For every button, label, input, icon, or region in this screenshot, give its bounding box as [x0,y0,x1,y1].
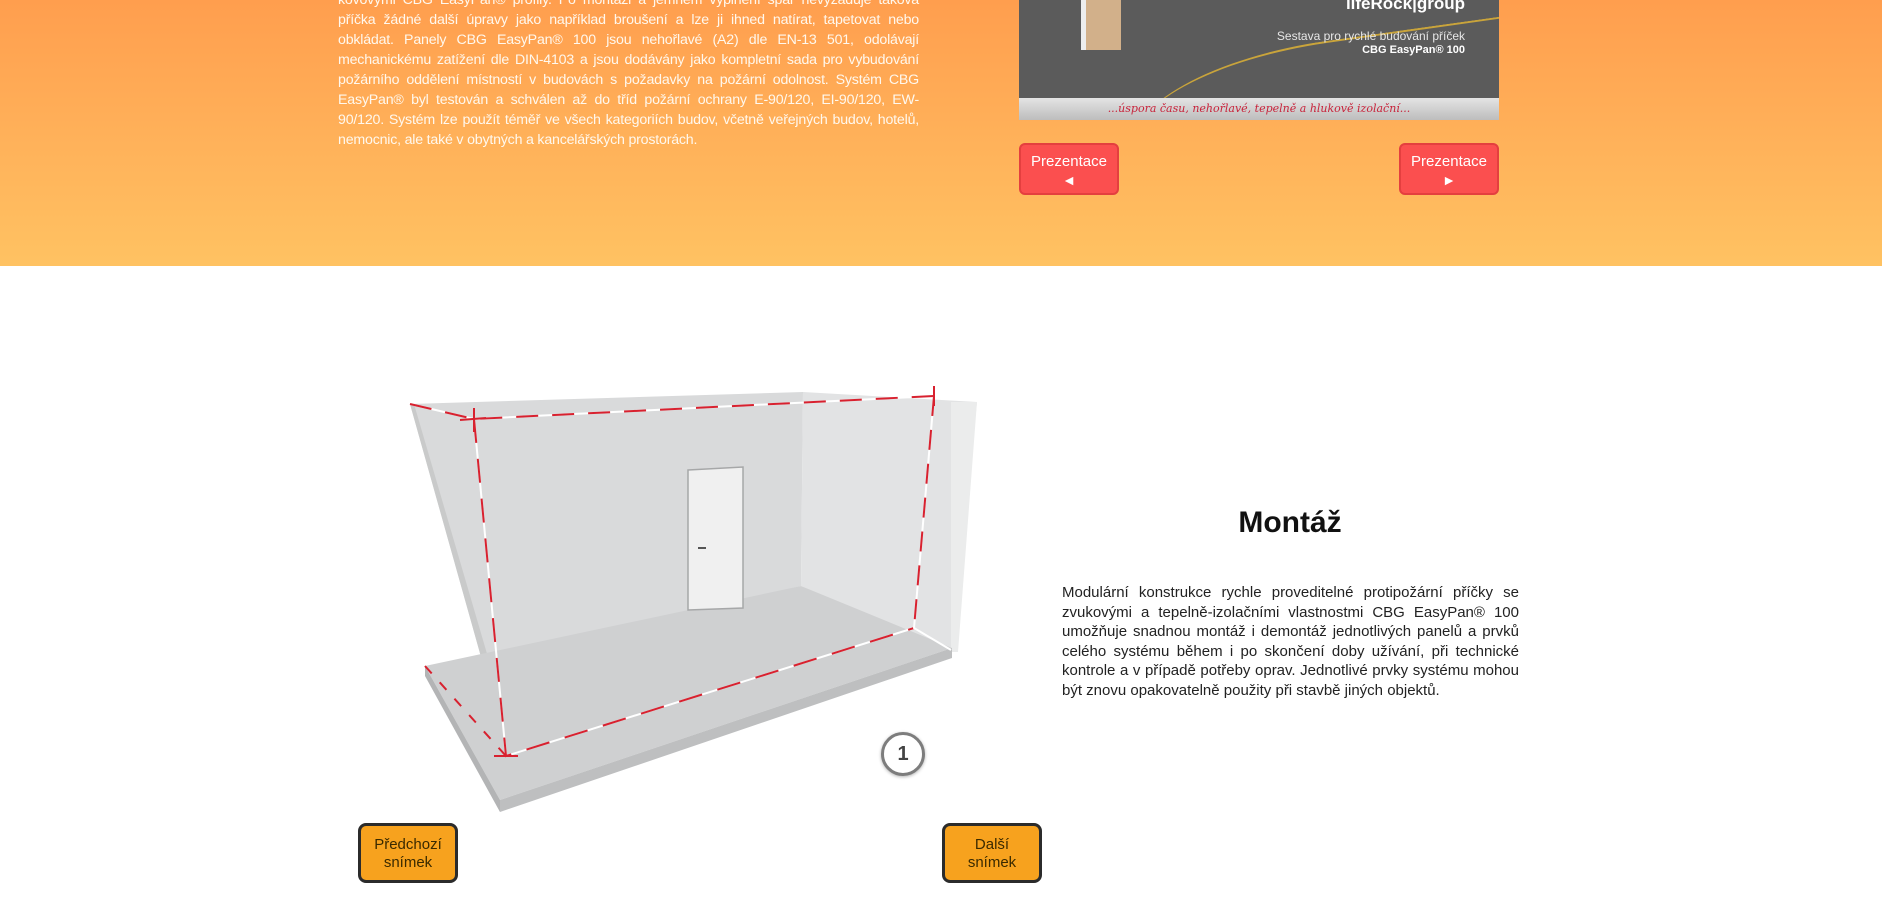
next-slide-label-1: Další [974,836,1010,853]
presentation-next-button[interactable]: Prezentace ► [1399,143,1499,195]
left-arrow-icon: ◄ [1062,172,1076,188]
next-slide-label-2: snímek [967,854,1017,871]
slide-brand: lifeRock|group [1345,0,1465,13]
slide-tagline: ...úspora času, nehořlavé, tepelně a hlu… [1019,98,1499,120]
slide-subtitle: Sestava pro rychlé budování příček [1276,29,1465,43]
previous-slide-label-1: Předchozí [374,836,442,853]
door-handle [698,547,706,549]
section-title: Montáž [1238,506,1342,539]
right-arrow-icon: ► [1442,172,1456,188]
slide-counter: 1 [881,732,925,776]
next-slide-button[interactable]: Další snímek [942,823,1042,883]
section-description: Modulární konstrukce rychle proveditelné… [1062,584,1519,699]
slide-product: CBG EasyPan® 100 [1362,44,1465,56]
presentation-prev-button[interactable]: Prezentace ◄ [1019,143,1119,195]
presentation-next-label: Prezentace [1411,153,1487,170]
previous-slide-button[interactable]: Předchozí snímek [358,823,458,883]
previous-slide-label-2: snímek [383,854,433,871]
hero-paragraph: kovovými CBG EasyPan® profily. Po montáž… [338,0,919,148]
right-wall-edge [951,402,977,652]
hero-section: kovovými CBG EasyPan® profily. Po montáž… [0,0,1882,266]
slide-panel-image [1081,0,1121,50]
presentation-prev-label: Prezentace [1031,153,1107,170]
door [687,466,744,611]
presentation-slide: lifeRock|group Sestava pro rychlé budová… [1019,0,1499,120]
